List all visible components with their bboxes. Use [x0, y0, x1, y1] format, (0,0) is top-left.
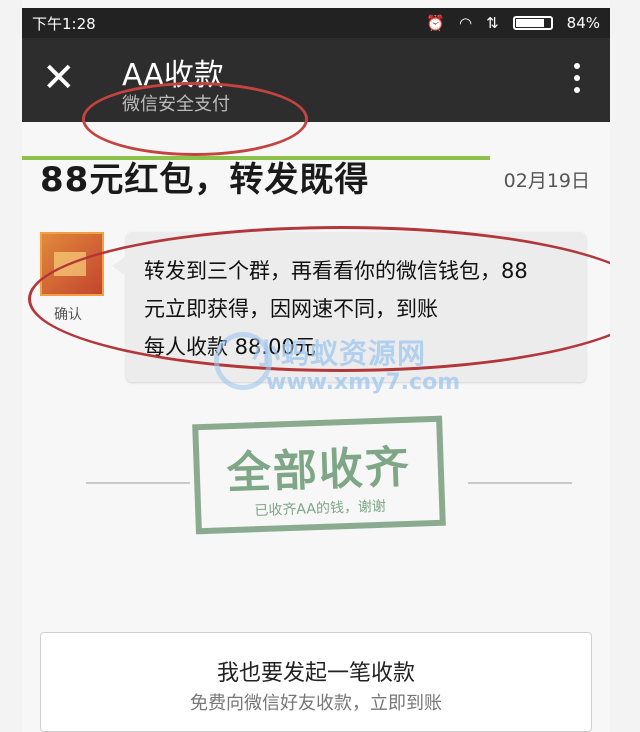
- status-time: 下午1:28: [32, 14, 96, 33]
- divider-left: [86, 482, 190, 484]
- menu-dot: [574, 87, 580, 93]
- close-icon[interactable]: ✕: [42, 58, 76, 98]
- status-bar: 下午1:28 ⏰ ◠ ⇅ 84%: [22, 8, 610, 38]
- start-collection-button[interactable]: 我也要发起一笔收款 免费向微信好友收款，立即到账: [40, 632, 592, 732]
- menu-dot: [574, 63, 580, 69]
- start-collection-title: 我也要发起一笔收款: [216, 661, 415, 686]
- menu-dot: [574, 75, 580, 81]
- collected-stamp: 全部收齐 已收齐AA的钱，谢谢: [192, 415, 446, 535]
- battery-level: [515, 19, 545, 27]
- battery-percent: 84%: [566, 14, 600, 32]
- phone-screen: 下午1:28 ⏰ ◠ ⇅ 84% ✕ AA收款 微信安全支付 88元红包，转发既…: [22, 0, 610, 732]
- more-menu-icon[interactable]: [574, 60, 580, 96]
- wifi-icon: ◠: [458, 14, 473, 32]
- start-collection-subtitle: 免费向微信好友收款，立即到账: [190, 693, 442, 714]
- right-frame: [610, 0, 640, 732]
- stamp-title: 全部收齐: [226, 441, 412, 500]
- watermark-url: www.xmy7.com: [266, 370, 461, 395]
- message-date: 02月19日: [503, 170, 590, 192]
- left-frame: [0, 0, 22, 732]
- status-icons: ⏰ ◠ ⇅ 84%: [426, 14, 600, 32]
- alarm-icon: ⏰: [426, 14, 445, 32]
- title-highlight-circle: [82, 82, 308, 156]
- battery-icon: [512, 16, 553, 30]
- divider-right: [468, 482, 572, 484]
- message-header: 88元红包，转发既得 02月19日: [40, 152, 590, 212]
- data-transfer-icon: ⇅: [486, 14, 499, 32]
- navigation-bar: ✕ AA收款 微信安全支付: [22, 38, 610, 160]
- watermark-text: 小蚂蚁资源网: [252, 337, 427, 370]
